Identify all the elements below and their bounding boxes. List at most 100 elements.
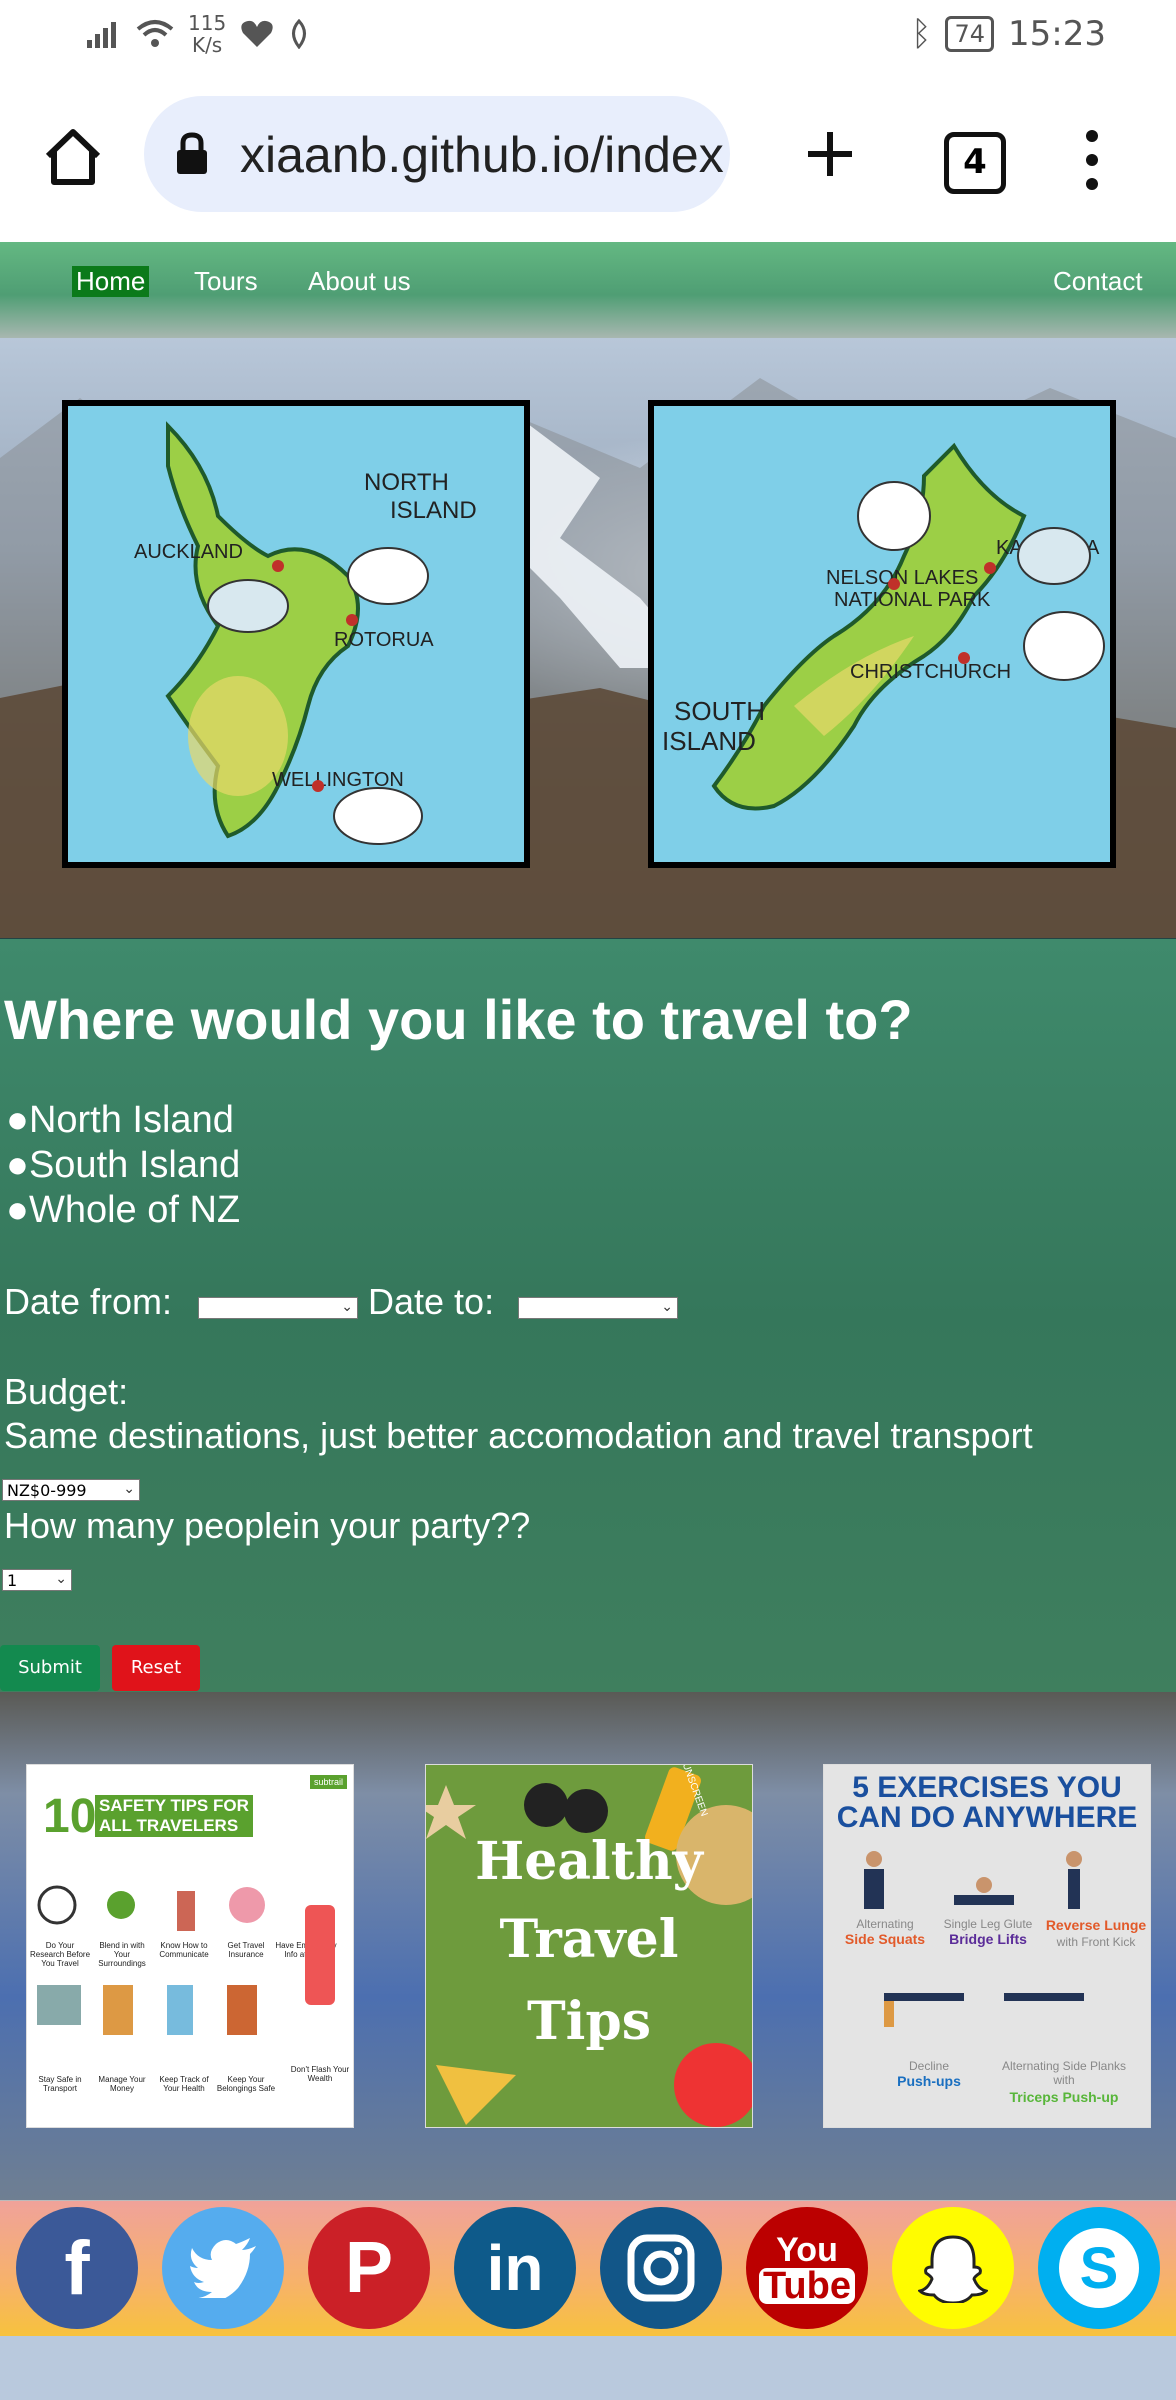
net-speed-unit: K/s — [191, 33, 223, 57]
exercise-1-name: Side Squats — [844, 1931, 926, 1947]
form-title: Where would you like to travel to? — [4, 988, 913, 1051]
exercise-3-post: with Front Kick — [1056, 1935, 1136, 1949]
instagram-camera-shape — [627, 2234, 695, 2302]
exercise-4-pre: Decline — [908, 2059, 950, 2073]
tip-10: Don't Flash Your Wealth — [290, 2065, 350, 2083]
option-whole-nz[interactable]: ●Whole of NZ — [6, 1189, 240, 1232]
instagram-icon[interactable] — [600, 2207, 722, 2329]
south-title-1: SOUTH — [674, 696, 765, 726]
option-north-island[interactable]: ●North Island — [6, 1099, 234, 1142]
chevron-down-icon: ⌄ — [341, 1299, 353, 1315]
home-icon[interactable] — [42, 126, 104, 188]
status-left: 115 K/s — [86, 12, 310, 56]
budget-label: Budget: — [4, 1371, 129, 1412]
nav-about[interactable]: About us — [308, 266, 411, 297]
address-bar[interactable]: xiaanb.github.io/index — [144, 96, 730, 212]
twitter-icon[interactable] — [162, 2207, 284, 2329]
youtube-tube: Tube — [759, 2267, 855, 2305]
south-title-2: ISLAND — [662, 726, 756, 756]
hero-banner: NORTH ISLAND AUCKLAND ROTORUA WELLINGTON… — [0, 338, 1176, 938]
lock-icon — [177, 132, 207, 174]
nav-home[interactable]: Home — [72, 266, 150, 297]
social-links: f P in You Tube S — [0, 2200, 1176, 2337]
tips-word: Tips — [526, 1991, 652, 2052]
status-right: ᛒ 74 15:23 — [911, 14, 1106, 54]
tip-7: Manage Your Money — [98, 2075, 146, 2093]
north-title-1: NORTH — [364, 469, 449, 496]
party-size-select[interactable]: 1 ⌄ — [2, 1569, 72, 1591]
linkedin-icon[interactable]: in — [454, 2207, 576, 2329]
net-speed-value: 115 — [188, 11, 227, 35]
south-island-map[interactable]: NELSON LAKES NATIONAL PARK KAIKOURA CHRI… — [648, 400, 1116, 868]
browser-toolbar: xiaanb.github.io/index 4 — [0, 72, 1176, 242]
exercise-2-pre: Single Leg Glute — [943, 1917, 1033, 1931]
exercise-4-name: Push-ups — [897, 2073, 961, 2089]
skype-icon[interactable]: S — [1038, 2207, 1160, 2329]
date-from-select[interactable]: ⌄ — [198, 1297, 358, 1319]
south-island-graphic: NELSON LAKES NATIONAL PARK KAIKOURA CHRI… — [662, 442, 1105, 811]
site-nav: Home Tours About us Contact — [0, 242, 1176, 341]
place-auckland: AUCKLAND — [134, 541, 243, 563]
date-from-label: Date from: — [4, 1281, 173, 1322]
pinterest-icon[interactable]: P — [308, 2207, 430, 2329]
exercises-card[interactable]: 5 EXERCISES YOU CAN DO ANYWHERE Alternat… — [823, 1764, 1151, 2128]
new-tab-icon[interactable] — [804, 128, 856, 180]
url-text: xiaanb.github.io/index — [240, 127, 724, 183]
status-bar: 115 K/s ᛒ 74 15:23 — [0, 0, 1176, 72]
place-christchurch: CHRISTCHURCH — [850, 661, 1011, 683]
exercise-heading: 5 EXERCISES YOU CAN DO ANYWHERE — [824, 1773, 1150, 1833]
skype-letter: S — [1059, 2228, 1139, 2308]
nav-tours[interactable]: Tours — [194, 266, 258, 297]
budget-select[interactable]: NZ$0-999 ⌄ — [2, 1479, 140, 1501]
north-title-2: ISLAND — [390, 497, 477, 524]
tip-9: Keep Your Belongings Safe — [216, 2075, 276, 2093]
safety-illustrations — [37, 1885, 335, 2035]
party-size-value: 1 — [7, 1571, 18, 1590]
submit-button[interactable]: Submit — [0, 1645, 100, 1691]
chevron-down-icon: ⌄ — [661, 1299, 673, 1315]
exercise-5-pre: Alternating Side Planks with — [1001, 2059, 1127, 2087]
north-island-graphic: NORTH ISLAND AUCKLAND ROTORUA WELLINGTON — [134, 421, 477, 845]
exercise-5-name: Triceps Push-up — [1009, 2089, 1119, 2105]
date-to-label: Date to: — [368, 1281, 495, 1322]
snapchat-ghost-shape — [918, 2235, 988, 2303]
exercise-heading-2: CAN DO ANYWHERE — [836, 1801, 1138, 1834]
battery-icon: 74 — [945, 16, 995, 52]
youtube-icon[interactable]: You Tube — [746, 2207, 868, 2329]
safety-heading: SAFETY TIPS FOR ALL TRAVELERS — [95, 1795, 253, 1837]
tab-switcher-button[interactable]: 4 — [944, 132, 1006, 194]
chevron-down-icon: ⌄ — [55, 1571, 67, 1587]
more-menu-icon[interactable] — [1080, 128, 1104, 192]
place-rotorua: ROTORUA — [334, 629, 434, 651]
bluetooth-icon: ᛒ — [911, 14, 932, 54]
reset-button[interactable]: Reset — [112, 1645, 200, 1691]
page-bottom — [0, 2336, 1176, 2400]
clock: 15:23 — [1008, 14, 1106, 54]
travel-form: Where would you like to travel to? ●Nort… — [0, 938, 1176, 1694]
travel-word: Travel — [499, 1909, 679, 1970]
heart-pulse-icon — [241, 20, 273, 47]
tip-8: Keep Track of Your Health — [159, 2075, 209, 2093]
wifi-icon — [136, 20, 174, 47]
exercise-heading-1: 5 EXERCISES YOU — [852, 1771, 1122, 1804]
place-nelson-2: NATIONAL PARK — [834, 589, 991, 611]
option-south-island[interactable]: ●South Island — [6, 1144, 240, 1187]
twitter-bird-shape — [188, 2238, 256, 2298]
tip-6: Stay Safe in Transport — [38, 2075, 82, 2093]
date-to-select[interactable]: ⌄ — [518, 1297, 678, 1319]
nav-contact[interactable]: Contact — [1053, 266, 1143, 297]
facebook-icon[interactable]: f — [16, 2207, 138, 2329]
exercise-1-pre: Alternating — [856, 1917, 914, 1931]
healthy-word: Healthy — [475, 1831, 703, 1892]
party-size-label: How many peoplein your party?? — [4, 1505, 531, 1546]
north-island-map[interactable]: NORTH ISLAND AUCKLAND ROTORUA WELLINGTON — [62, 400, 530, 868]
safety-tips-card[interactable]: 10 SAFETY TIPS FOR ALL TRAVELERS subtrai… — [26, 1764, 354, 2128]
healthy-travel-card[interactable]: SUNSCREEN Healthy Travel Tips — [425, 1764, 753, 2128]
safety-number: 10 — [43, 1790, 97, 1843]
budget-select-value: NZ$0-999 — [7, 1481, 87, 1500]
place-nelson-1: NELSON LAKES — [826, 567, 978, 589]
safety-badge: subtrail — [309, 1775, 347, 1789]
snapchat-icon[interactable] — [892, 2207, 1014, 2329]
signal-icon — [87, 22, 116, 48]
exercise-3-name: Reverse Lunge — [1045, 1917, 1147, 1933]
